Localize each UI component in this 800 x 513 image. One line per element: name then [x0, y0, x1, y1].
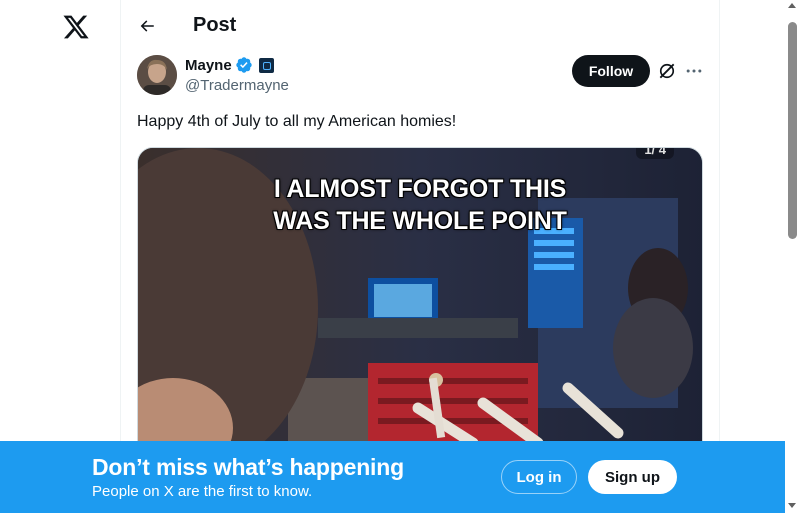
back-button[interactable] — [132, 11, 162, 41]
scroll-down-arrow-icon[interactable] — [788, 503, 796, 508]
signup-button[interactable]: Sign up — [588, 460, 677, 494]
media-caption-line-1: I ALMOST FORGOT THIS — [273, 175, 567, 203]
grok-icon[interactable] — [657, 61, 677, 81]
arrow-left-icon — [140, 20, 154, 32]
media-counter: 1/ 4 — [636, 148, 674, 159]
author-handle[interactable]: @Tradermayne — [185, 77, 289, 94]
signup-banner: Don’t miss what’s happening People on X … — [0, 441, 785, 513]
scroll-up-arrow-icon[interactable] — [788, 3, 796, 8]
banner-subtitle: People on X are the first to know. — [92, 483, 313, 500]
post-text: Happy 4th of July to all my American hom… — [137, 113, 457, 130]
column-divider-right — [719, 0, 720, 513]
scroll-thumb[interactable] — [788, 22, 797, 239]
column-divider-left — [120, 0, 121, 513]
page-title: Post — [193, 14, 237, 36]
author-name[interactable]: Mayne — [185, 57, 232, 74]
affiliate-badge-icon[interactable] — [258, 57, 274, 73]
banner-title: Don’t miss what’s happening — [92, 454, 404, 480]
follow-button[interactable]: Follow — [572, 55, 650, 87]
x-logo-icon[interactable] — [62, 13, 90, 41]
page-scrollbar[interactable] — [785, 0, 800, 513]
more-dots-icon[interactable] — [684, 61, 704, 81]
media-caption-line-2: WAS THE WHOLE POINT — [273, 207, 567, 235]
post-media-video[interactable]: I ALMOST FORGOT THIS WAS THE WHOLE POINT… — [137, 147, 703, 457]
author-name-row: Mayne — [185, 56, 274, 74]
verified-badge-icon[interactable] — [235, 56, 253, 74]
author-avatar[interactable] — [137, 55, 177, 95]
login-button[interactable]: Log in — [501, 460, 577, 494]
